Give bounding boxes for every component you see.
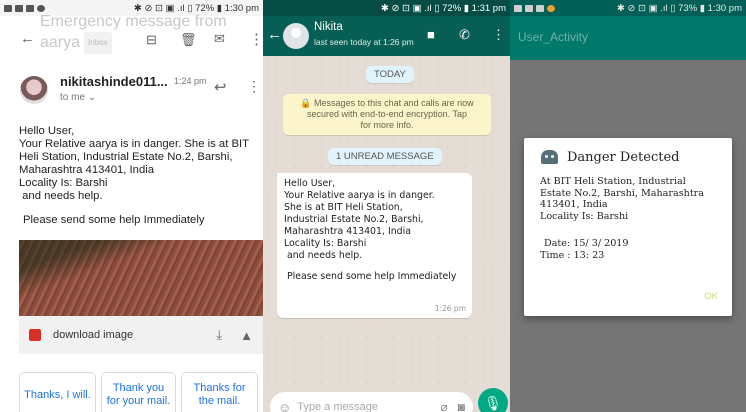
subject-line: aarya bbox=[40, 34, 81, 52]
chat-header: ← Nikita last seen today at 1:26 pm ■ ✆ … bbox=[263, 16, 510, 56]
attachment-image[interactable] bbox=[19, 240, 263, 316]
gmail-panel: ✱ ⊘ ⊡ ▣ .ıl ▯ 72% ▮ 1:30 pm Emergency me… bbox=[0, 0, 263, 412]
avatar[interactable] bbox=[20, 76, 48, 104]
dialog-date: Date: 15/ 3/ 2019 bbox=[544, 238, 629, 249]
page-title: User_Activity bbox=[518, 30, 589, 44]
emoji-icon[interactable]: ☺ bbox=[278, 400, 291, 412]
android-icon bbox=[541, 150, 558, 164]
mic-button[interactable]: 🎙︎ bbox=[478, 388, 508, 412]
message-bubble[interactable]: Hello User, Your Relative aarya is in da… bbox=[277, 173, 472, 318]
chevron-down-icon: ⌄ bbox=[87, 92, 97, 103]
date-chip: TODAY bbox=[366, 66, 414, 83]
more-vert-icon[interactable]: ⋮ bbox=[249, 30, 263, 48]
message-line: Locality Is: Barshi bbox=[284, 238, 367, 249]
attach-icon[interactable]: ⌀ bbox=[441, 400, 448, 412]
phone-icon[interactable]: ✆ bbox=[459, 27, 470, 43]
more-vert-icon[interactable]: ⋮ bbox=[492, 27, 505, 43]
smart-reply-button[interactable]: Thank you for your mail. bbox=[101, 372, 176, 412]
whatsapp-panel: ✱ ⊘ ⊡ ▣ .ıl ▯ 72% ▮ 1:31 pm ← Nikita las… bbox=[263, 0, 510, 412]
inbox-label[interactable]: Inbox bbox=[84, 32, 112, 54]
message-time: 1:24 pm bbox=[174, 76, 207, 86]
message-line: She is at BIT Heli Station, bbox=[284, 202, 403, 213]
message-line: Please send some help Immediately bbox=[287, 271, 457, 282]
message-input[interactable]: ☺ Type a message ⌀ ◙ bbox=[270, 392, 473, 412]
dialog-line: At BIT Heli Station, Industrial bbox=[540, 176, 686, 187]
dialog-message: At BIT Heli Station, Industrial Estate N… bbox=[540, 176, 728, 261]
notice-line: for more info. bbox=[360, 120, 414, 130]
avatar[interactable] bbox=[283, 23, 309, 49]
body-line: Your Relative aarya is in danger. She is… bbox=[19, 138, 250, 150]
ok-button[interactable]: OK bbox=[704, 291, 718, 302]
mail-icon[interactable]: ✉︎ bbox=[214, 31, 225, 47]
more-vert-icon[interactable]: ⋮ bbox=[247, 78, 261, 95]
dialog-title: Danger Detected bbox=[567, 150, 680, 165]
status-text: ✱ ⊘ ⊡ ▣ .ıl ▯ 72% ▮ 1:31 pm bbox=[380, 2, 506, 14]
attachment-bar: download image ⤓ ▲ bbox=[19, 316, 263, 354]
input-placeholder: Type a message bbox=[297, 401, 378, 412]
smart-reply-button[interactable]: Thanks, I will. bbox=[19, 372, 96, 412]
screenshot-collage: ✱ ⊘ ⊡ ▣ .ıl ▯ 72% ▮ 1:30 pm Emergency me… bbox=[0, 0, 746, 412]
drive-icon[interactable]: ▲ bbox=[240, 328, 253, 343]
message-line: Maharashtra 413401, India bbox=[284, 226, 411, 237]
sender-name: nikitashinde011... bbox=[60, 74, 168, 89]
message-icon bbox=[514, 4, 522, 12]
attachment-name: download image bbox=[53, 329, 134, 341]
app-panel: ✱ ⊘ ⊡ ▣ .ıl ▯ 73% ▮ 1:30 pm User_Activit… bbox=[510, 0, 746, 412]
dialog-line: Estate No.2, Barshi, Maharashtra bbox=[540, 187, 704, 199]
sync-icon bbox=[525, 4, 533, 12]
notice-line: secured with end-to-end encryption. Tap bbox=[307, 109, 467, 119]
message-line: and needs help. bbox=[284, 250, 363, 261]
archive-icon[interactable]: ⊟ bbox=[146, 32, 157, 48]
message-line: Industrial Estate No.2, Barshi, bbox=[284, 214, 424, 225]
message-time: 1:26 pm bbox=[434, 304, 466, 313]
encryption-notice[interactable]: 🔒 Messages to this chat and calls are no… bbox=[283, 94, 491, 135]
body-line: and needs help. bbox=[19, 190, 103, 202]
image-icon bbox=[26, 4, 34, 12]
video-call-icon[interactable]: ■ bbox=[427, 27, 435, 42]
status-bar: ✱ ⊘ ⊡ ▣ .ıl ▯ 73% ▮ 1:30 pm bbox=[510, 0, 746, 16]
dialog-line: 413401, India bbox=[540, 199, 608, 210]
subject-line: Emergency message from bbox=[40, 13, 227, 30]
message-icon bbox=[4, 4, 12, 12]
download-icon[interactable]: ⤓ bbox=[216, 327, 222, 343]
back-arrow-icon[interactable]: ← bbox=[267, 26, 282, 43]
contact-name[interactable]: Nikita bbox=[314, 21, 343, 33]
delete-icon[interactable]: 🗑︎ bbox=[180, 32, 197, 48]
sync-icon bbox=[15, 4, 23, 12]
message-line: Hello User, bbox=[284, 178, 336, 189]
status-text: ✱ ⊘ ⊡ ▣ .ıl ▯ 73% ▮ 1:30 pm bbox=[616, 2, 742, 14]
alert-dialog: Danger Detected At BIT Heli Station, Ind… bbox=[524, 138, 732, 316]
body-line: Hello User, bbox=[19, 125, 75, 137]
last-seen: last seen today at 1:26 pm bbox=[314, 37, 414, 47]
image-file-icon bbox=[29, 329, 41, 341]
status-bar: ✱ ⊘ ⊡ ▣ .ıl ▯ 72% ▮ 1:31 pm bbox=[263, 0, 510, 16]
dialog-line: Locality Is: Barshi bbox=[540, 210, 629, 222]
recipient-toggle[interactable]: to me ⌄ bbox=[60, 92, 96, 103]
body-line: Locality Is: Barshi bbox=[19, 177, 108, 189]
camera-icon[interactable]: ◙ bbox=[458, 400, 465, 412]
smart-reply-button[interactable]: Thanks for the mail. bbox=[181, 372, 258, 412]
reply-icon[interactable]: ↩ bbox=[214, 78, 227, 96]
app-bar: User_Activity bbox=[510, 16, 746, 60]
body-line: Heli Station, Industrial Estate No.2, Ba… bbox=[19, 151, 233, 163]
notice-line: 🔒 Messages to this chat and calls are no… bbox=[300, 98, 474, 108]
unread-chip: 1 UNREAD MESSAGE bbox=[328, 148, 442, 165]
email-body: Hello User, Your Relative aarya is in da… bbox=[19, 125, 263, 227]
body-line: Please send some help Immediately bbox=[23, 214, 205, 226]
notification-icon bbox=[547, 4, 555, 12]
back-arrow-icon[interactable]: ← bbox=[20, 30, 35, 47]
dialog-time: Time : 13: 23 bbox=[540, 249, 605, 261]
body-line: Maharashtra 413401, India bbox=[19, 164, 155, 176]
email-subject: Emergency message from aarya Inbox bbox=[40, 12, 240, 54]
message-line: Your Relative aarya is in danger. bbox=[284, 190, 435, 201]
record-icon bbox=[37, 4, 45, 12]
mic-icon: 🎙︎ bbox=[484, 394, 502, 411]
image-icon bbox=[536, 4, 544, 12]
recipient-label: to me bbox=[60, 92, 86, 103]
